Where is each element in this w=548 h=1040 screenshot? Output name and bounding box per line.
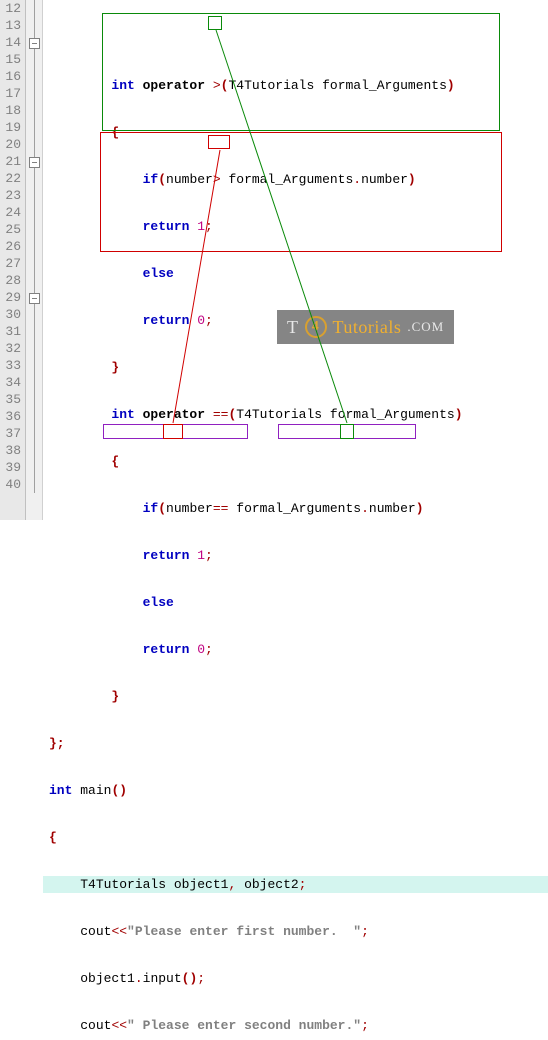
watermark: T 4 Tutorials .COM bbox=[277, 310, 454, 344]
line-number-gutter: 1213141516171819202122232425262728293031… bbox=[0, 0, 26, 520]
code-area[interactable]: int operator >(T4Tutorials formal_Argume… bbox=[43, 0, 548, 520]
fold-column bbox=[26, 0, 43, 520]
